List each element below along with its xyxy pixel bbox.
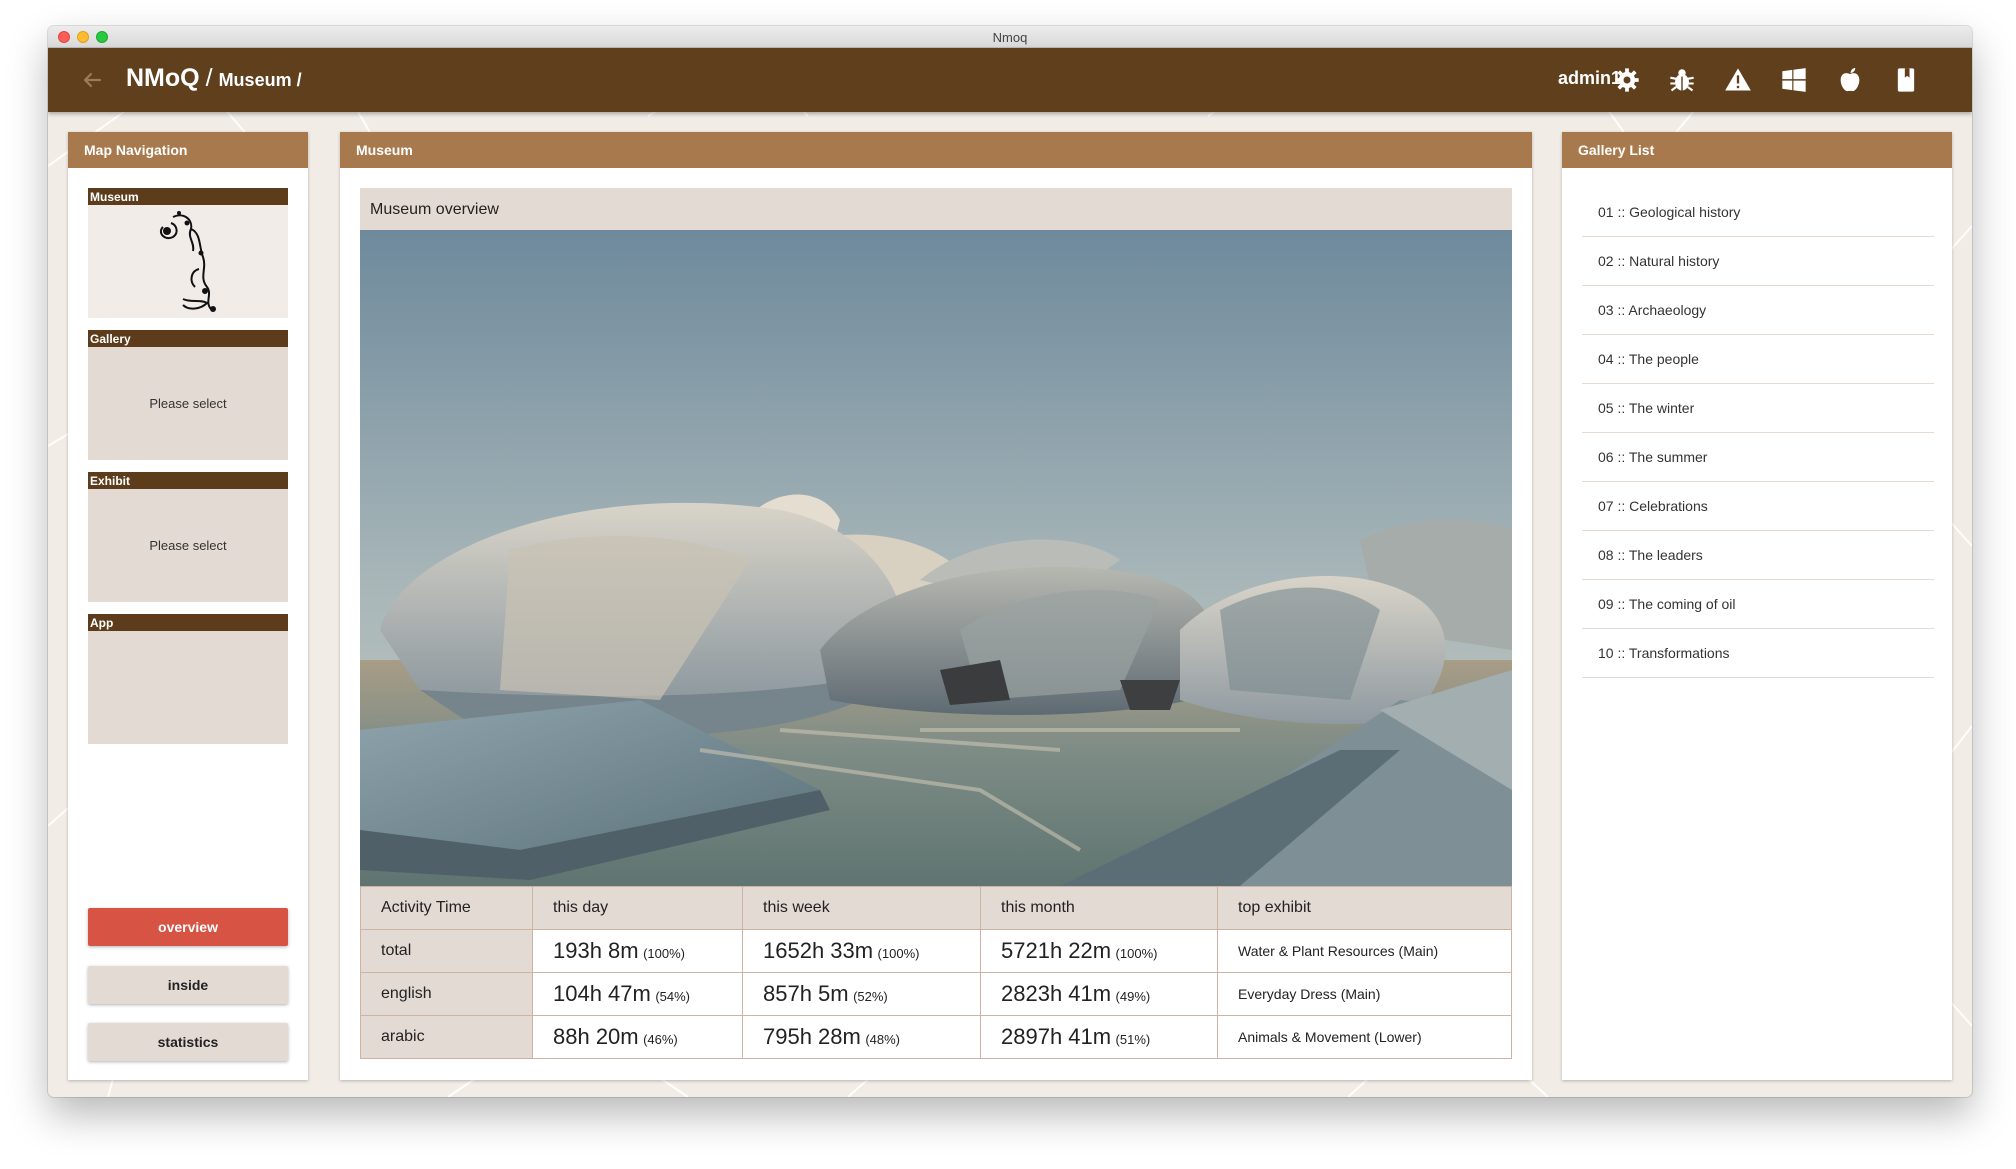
map-box-label: Gallery (88, 330, 288, 347)
cell-month: 5721h 22m (100%) (980, 929, 1218, 973)
app-window: Nmoq NMoQ / Museum / admin1 Map Navigati… (48, 26, 1972, 1097)
statistics-button[interactable]: statistics (88, 1023, 288, 1061)
map-box-label: App (88, 614, 288, 631)
cell-day: 193h 8m (100%) (532, 929, 743, 973)
value: 795h 28m (763, 1024, 861, 1049)
value: 2897h 41m (1001, 1024, 1112, 1049)
column-header: this day (532, 886, 743, 930)
cell-top-exhibit: Animals & Movement (Lower) (1217, 1015, 1512, 1059)
window-title: Nmoq (992, 30, 1028, 45)
title-bar: Nmoq (48, 26, 1972, 48)
back-arrow-icon[interactable] (80, 68, 104, 92)
cell-month: 2823h 41m (49%) (980, 972, 1218, 1016)
cell-top-exhibit: Everyday Dress (Main) (1217, 972, 1512, 1016)
warning-icon[interactable] (1724, 66, 1752, 94)
cell-top-exhibit: Water & Plant Resources (Main) (1217, 929, 1512, 973)
bug-icon[interactable] (1668, 66, 1696, 94)
map-navigation-panel: Map Navigation Museum Gallery Please sel… (68, 132, 308, 1080)
exhibit-placeholder: Please select (149, 538, 227, 553)
cell-day: 88h 20m (46%) (532, 1015, 743, 1059)
column-header: this week (742, 886, 981, 930)
percent: (49%) (1115, 989, 1151, 1004)
percent: (52%) (853, 989, 888, 1004)
row-label: arabic (360, 1015, 533, 1059)
gallery-item[interactable]: 04 :: The people (1582, 335, 1934, 384)
cell-week: 795h 28m (48%) (742, 1015, 981, 1059)
museum-floorplan-icon (159, 210, 216, 312)
map-box-label: Exhibit (88, 472, 288, 489)
cell-week: 1652h 33m (100%) (742, 929, 981, 973)
row-label: total (360, 929, 533, 973)
map-navigation-title: Map Navigation (68, 132, 308, 168)
value: 857h 5m (763, 981, 849, 1006)
column-header: this month (980, 886, 1218, 930)
breadcrumb-home[interactable]: NMoQ (126, 64, 200, 93)
museum-panel-title: Museum (340, 132, 1532, 168)
gallery-item[interactable]: 02 :: Natural history (1582, 237, 1934, 286)
map-box-app[interactable]: App (88, 614, 288, 744)
percent: (100%) (1115, 946, 1158, 961)
gallery-item[interactable]: 06 :: The summer (1582, 433, 1934, 482)
app-header: NMoQ / Museum / admin1 (48, 48, 1972, 112)
app-placeholder (88, 631, 288, 744)
value: 193h 8m (553, 938, 639, 963)
cell-week: 857h 5m (52%) (742, 972, 981, 1016)
row-label: english (360, 972, 533, 1016)
apple-icon[interactable] (1836, 66, 1864, 94)
overview-button[interactable]: overview (88, 908, 288, 946)
table-row: arabic 88h 20m (46%) 795h 28m (48%) 2897… (360, 1015, 1512, 1059)
user-name[interactable]: admin1 (1558, 68, 1621, 89)
table-header-row: Activity Time this day this week this mo… (360, 886, 1512, 930)
gear-icon[interactable] (1613, 66, 1641, 94)
museum-overview-title: Museum overview (360, 188, 1512, 230)
column-header: top exhibit (1217, 886, 1512, 930)
map-box-gallery[interactable]: Gallery Please select (88, 330, 288, 460)
gallery-list: 01 :: Geological history 02 :: Natural h… (1582, 188, 1934, 678)
windows-icon[interactable] (1780, 66, 1808, 94)
museum-photo (360, 230, 1512, 886)
breadcrumb: NMoQ / Museum / (126, 64, 302, 93)
percent: (54%) (655, 989, 690, 1004)
gallery-list-title: Gallery List (1562, 132, 1952, 168)
map-box-label: Museum (88, 188, 288, 205)
map-box-exhibit[interactable]: Exhibit Please select (88, 472, 288, 602)
gallery-item[interactable]: 03 :: Archaeology (1582, 286, 1934, 335)
gallery-item[interactable]: 07 :: Celebrations (1582, 482, 1934, 531)
breadcrumb-separator: / (205, 64, 213, 92)
gallery-item[interactable]: 08 :: The leaders (1582, 531, 1934, 580)
value: 88h 20m (553, 1024, 639, 1049)
percent: (100%) (877, 946, 920, 961)
activity-time-table: Activity Time this day this week this mo… (360, 886, 1512, 1059)
gallery-placeholder: Please select (149, 396, 227, 411)
column-header: Activity Time (360, 886, 533, 930)
gallery-list-panel: Gallery List 01 :: Geological history 02… (1562, 132, 1952, 1080)
value: 2823h 41m (1001, 981, 1112, 1006)
value: 5721h 22m (1001, 938, 1112, 963)
percent: (46%) (643, 1032, 678, 1047)
museum-map-thumbnail[interactable] (88, 205, 288, 318)
book-icon[interactable] (1892, 66, 1920, 94)
table-row: english 104h 47m (54%) 857h 5m (52%) 282… (360, 972, 1512, 1016)
percent: (51%) (1115, 1032, 1151, 1047)
value: 104h 47m (553, 981, 651, 1006)
value: 1652h 33m (763, 938, 874, 963)
gallery-item[interactable]: 09 :: The coming of oil (1582, 580, 1934, 629)
table-row: total 193h 8m (100%) 1652h 33m (100%) 57… (360, 929, 1512, 973)
gallery-item[interactable]: 01 :: Geological history (1582, 188, 1934, 237)
gallery-item[interactable]: 10 :: Transformations (1582, 629, 1934, 678)
breadcrumb-museum[interactable]: Museum / (219, 70, 302, 91)
gallery-item[interactable]: 05 :: The winter (1582, 384, 1934, 433)
museum-panel: Museum Museum overview Activity Time thi… (340, 132, 1532, 1080)
percent: (100%) (643, 946, 685, 961)
inside-button[interactable]: inside (88, 966, 288, 1004)
cell-month: 2897h 41m (51%) (980, 1015, 1218, 1059)
percent: (48%) (865, 1032, 900, 1047)
map-box-museum[interactable]: Museum (88, 188, 288, 318)
cell-day: 104h 47m (54%) (532, 972, 743, 1016)
